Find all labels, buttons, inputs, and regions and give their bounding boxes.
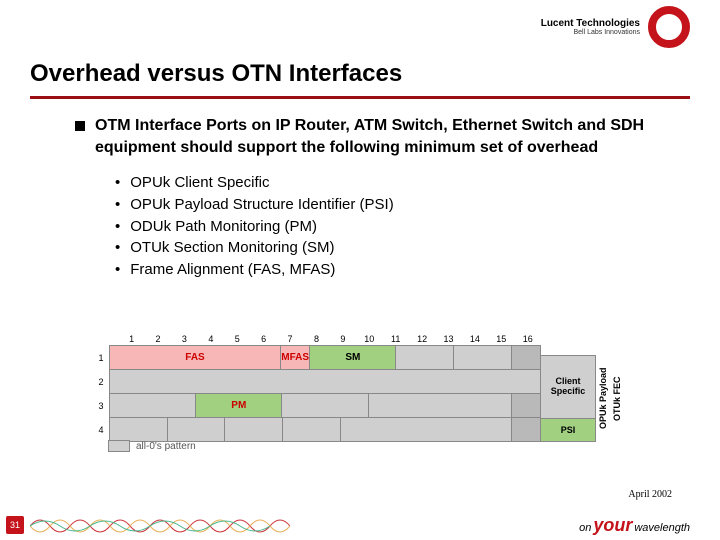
table-row: 2 [92, 370, 541, 394]
brand-logo: Lucent Technologies Bell Labs Innovation… [541, 6, 690, 48]
bullet-level1: OTM Interface Ports on IP Router, ATM Sw… [75, 115, 670, 158]
table-row: 1 FAS MFAS SM [92, 346, 541, 370]
list-item: OPUk Client Specific [115, 172, 670, 194]
overhead-table: 12345678910111213141516 1 FAS MFAS SM 2 … [92, 332, 652, 442]
list-item: OPUk Payload Structure Identifier (PSI) [115, 194, 670, 216]
client-specific-col: Client Specific PSI [540, 355, 596, 442]
page-title: Overhead versus OTN Interfaces [30, 60, 402, 88]
page-number: 31 [6, 516, 24, 534]
table-col-headers: 12345678910111213141516 [92, 332, 541, 346]
brand-subtext: Bell Labs Innovations [541, 29, 640, 36]
list-item: ODUk Path Monitoring (PM) [115, 216, 670, 238]
vertical-labels: OPUk Payload OTUk FEC [596, 355, 652, 442]
body-content: OTM Interface Ports on IP Router, ATM Sw… [75, 115, 670, 281]
mfas-cell: MFAS [280, 345, 310, 370]
fas-cell: FAS [109, 345, 281, 370]
ring-icon [648, 6, 690, 48]
brand-name-text: Lucent Technologies [541, 18, 640, 29]
brand-name: Lucent Technologies Bell Labs Innovation… [541, 18, 640, 36]
legend-label: all-0's pattern [136, 441, 196, 452]
bullet-level1-text: OTM Interface Ports on IP Router, ATM Sw… [95, 115, 670, 158]
footer-tagline: on your wavelength [579, 515, 690, 536]
list-item: OTUk Section Monitoring (SM) [115, 237, 670, 259]
table-row: 4 [92, 418, 541, 442]
psi-cell: PSI [540, 418, 596, 442]
legend: all-0's pattern [108, 440, 196, 452]
title-rule [30, 96, 690, 99]
footer-date: April 2002 [628, 489, 672, 500]
table-row: 3 PM [92, 394, 541, 418]
bullet-level2-list: OPUk Client Specific OPUk Payload Struct… [115, 172, 670, 281]
wave-decoration-icon [30, 514, 290, 538]
client-specific-cell: Client Specific [540, 355, 596, 419]
legend-swatch-icon [108, 440, 130, 452]
list-item: Frame Alignment (FAS, MFAS) [115, 259, 670, 281]
square-bullet-icon [75, 121, 85, 131]
slide: Lucent Technologies Bell Labs Innovation… [0, 0, 720, 540]
sm-cell: SM [309, 345, 396, 370]
pm-cell: PM [195, 393, 282, 418]
